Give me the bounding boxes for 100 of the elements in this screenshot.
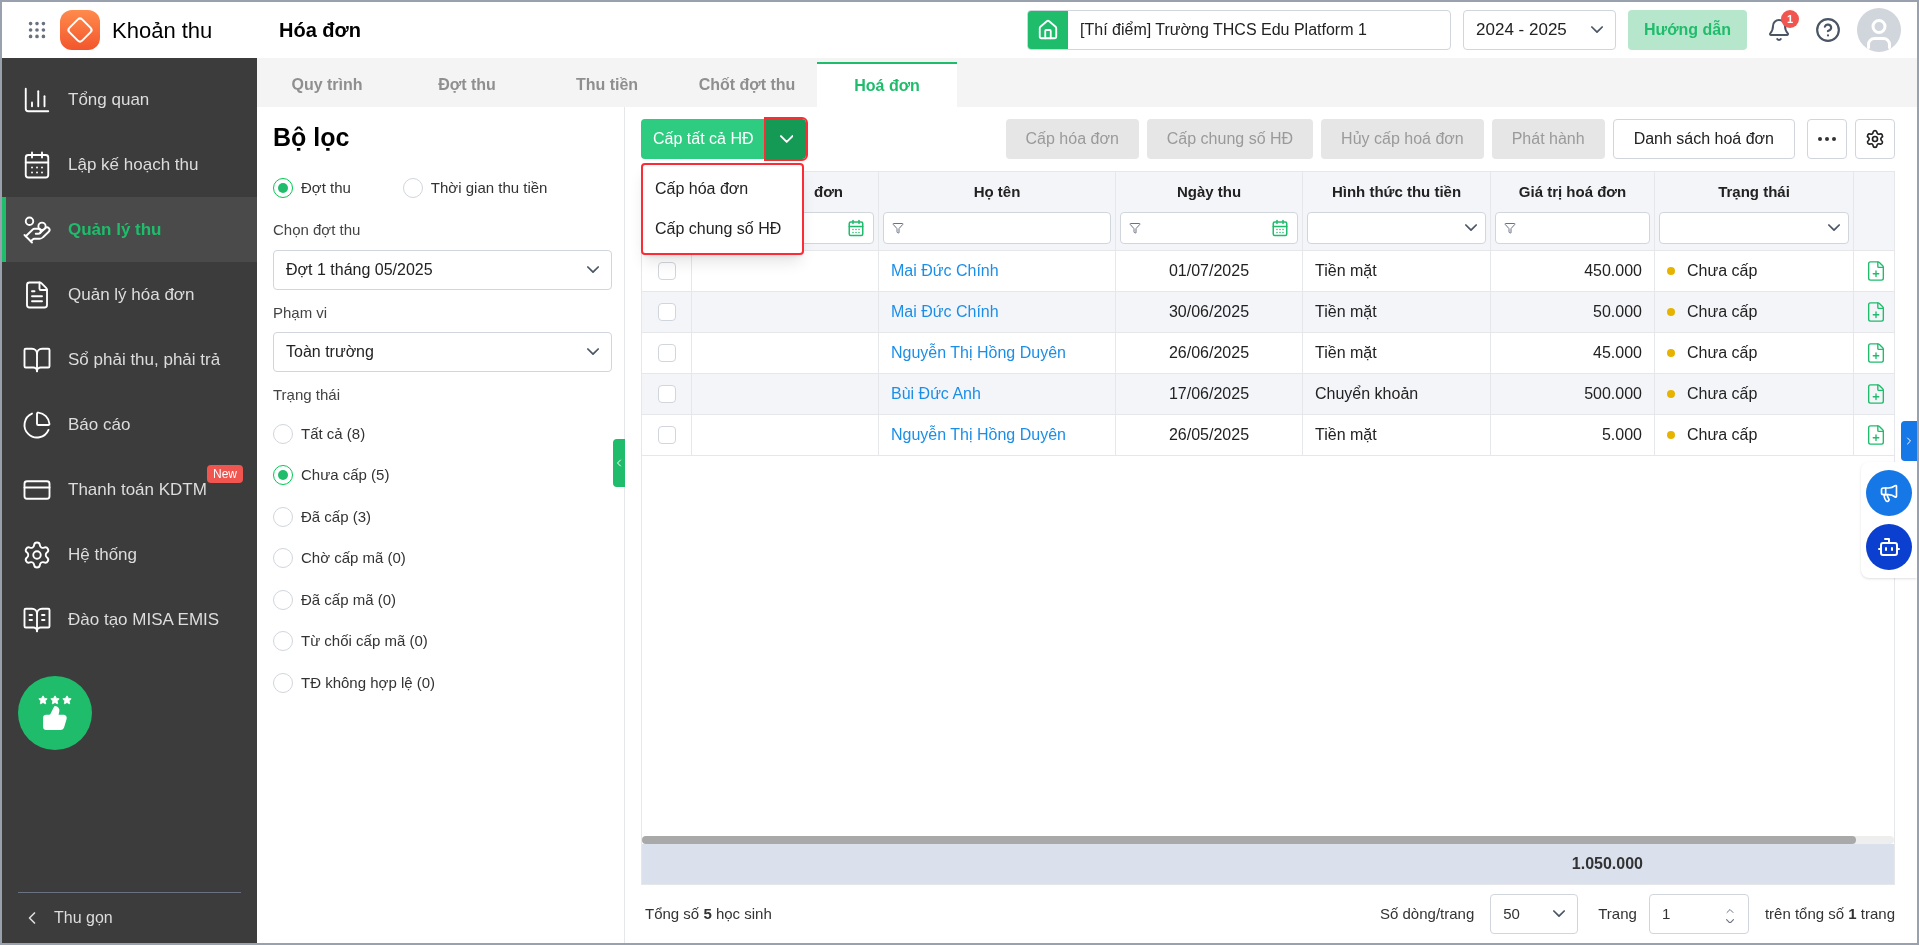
sidebar-item[interactable]: Đào tạo MISA EMIS (2, 587, 257, 652)
horizontal-scrollbar[interactable] (642, 836, 1894, 844)
status-text: Chưa cấp (1687, 302, 1758, 322)
radio-label: Đợt thu (301, 177, 351, 198)
batch-select[interactable]: Đợt 1 tháng 05/2025 (273, 249, 612, 290)
page-total: trên tổng số 1 trang (1764, 903, 1895, 924)
dropdown-toggle-button[interactable] (766, 119, 807, 159)
more-button[interactable] (1807, 119, 1847, 159)
sidebar-item[interactable]: Quản lý hóa đơn (2, 262, 257, 327)
table-cell-text: 17/06/2025 (1168, 384, 1250, 404)
radio-label: Tất cả (8) (301, 423, 366, 444)
field-label: Chọn đợt thu (273, 220, 362, 240)
chevron-down-icon (1591, 26, 1604, 34)
status-text: Chưa cấp (1687, 384, 1758, 404)
help-icon[interactable] (1815, 17, 1841, 43)
calendar-icon (22, 149, 52, 180)
table-cell-text: 01/07/2025 (1168, 261, 1250, 281)
megaphone-icon (1879, 483, 1899, 503)
star-icon (62, 695, 72, 705)
table-cell-text: 450.000 (1584, 261, 1642, 281)
row-checkbox[interactable] (657, 385, 676, 403)
add-invoice-icon[interactable] (1865, 342, 1887, 364)
table-cell-text: Chuyển khoản (1315, 384, 1419, 404)
add-invoice-icon[interactable] (1865, 424, 1887, 446)
chevron-down-icon (1464, 224, 1477, 232)
star-icon (50, 695, 60, 705)
table-cell-text: 30/06/2025 (1168, 302, 1250, 322)
table-cell-text: 500.000 (1584, 384, 1642, 404)
app-logo-icon (60, 10, 100, 50)
table-cell-text: 50.000 (1593, 302, 1642, 322)
calendar-icon (847, 219, 865, 237)
menu-item[interactable]: Cấp chung số HĐ (643, 209, 802, 249)
star-icon (38, 695, 48, 705)
student-name-link[interactable]: Nguyễn Thị Hồng Duyên (891, 423, 1066, 447)
row-checkbox[interactable] (657, 303, 676, 321)
notification-badge: 1 (1781, 10, 1799, 28)
chatbot-button[interactable] (1866, 524, 1912, 570)
sidebar-item[interactable]: Tổng quan (2, 67, 257, 132)
table-cell-text: 45.000 (1593, 343, 1642, 363)
table-cell-text: 5.000 (1601, 425, 1642, 445)
menu-item[interactable]: Cấp hóa đơn (643, 169, 802, 209)
new-badge: New (207, 465, 243, 483)
app-grid-icon[interactable] (26, 19, 48, 41)
settings-icon (1865, 129, 1885, 149)
radio-label: TĐ không hợp lệ (0) (301, 672, 436, 693)
page-number-field[interactable]: 1 (1648, 894, 1749, 934)
page-label: Trang (1598, 903, 1637, 924)
sidebar-item[interactable]: Thanh toán KDTM New (2, 457, 257, 522)
sidebar-item[interactable]: Lập kế hoạch thu (2, 132, 257, 197)
filter-select[interactable] (1307, 212, 1486, 244)
sidebar-item[interactable]: Hệ thống (2, 522, 257, 587)
scope-select[interactable]: Toàn trường (273, 332, 612, 372)
toolbar-button[interactable]: Danh sách hoá đơn (1612, 119, 1795, 159)
chevron-down-icon (1827, 224, 1840, 232)
add-invoice-icon[interactable] (1865, 301, 1887, 323)
filter-icon (1504, 222, 1516, 234)
school-selector[interactable]: [Thí điểm] Trường THCS Edu Platform 1 (1027, 10, 1452, 50)
add-invoice-icon[interactable] (1865, 260, 1887, 282)
chevron-down-icon (586, 265, 599, 274)
table-cell-text: 26/05/2025 (1168, 425, 1250, 445)
app-title: Khoản thu (112, 16, 213, 45)
sidebar-item[interactable]: Báo cáo (2, 392, 257, 457)
page-size-select[interactable]: 50 (1490, 894, 1579, 934)
collapse-filter-handle[interactable] (613, 439, 625, 487)
filter-title: Bộ lọc (273, 122, 351, 153)
table-cell-text: Tiền mặt (1315, 343, 1377, 363)
radio-label: Đã cấp (3) (301, 506, 372, 527)
page-title: Hóa đơn (279, 18, 361, 43)
settings-button[interactable] (1855, 119, 1895, 159)
filter-icon (892, 222, 904, 234)
chevron-down-icon (779, 135, 794, 143)
announcement-button[interactable] (1866, 470, 1912, 516)
home-icon (1037, 19, 1060, 41)
date-filter-field[interactable] (1120, 212, 1298, 244)
collapse-sidebar-button[interactable]: Thu gọn (2, 893, 257, 943)
row-checkbox[interactable] (657, 262, 676, 280)
user-avatar[interactable] (1857, 8, 1901, 52)
column-header: Trạng thái (1718, 181, 1790, 202)
side-panel-toggle[interactable] (1901, 421, 1917, 461)
more-icon (1818, 137, 1836, 141)
filter-select[interactable] (1659, 212, 1849, 244)
field-label: Phạm vi (273, 302, 329, 323)
filter-field[interactable] (1495, 212, 1650, 244)
school-year-select[interactable]: 2024 - 2025 (1463, 10, 1617, 50)
settings-icon (22, 539, 52, 570)
radio-label: Chờ cấp mã (0) (301, 548, 406, 568)
sidebar-item[interactable]: Quản lý thu (2, 197, 257, 262)
field-label: Trạng thái (273, 385, 341, 405)
student-name-link[interactable]: Mai Đức Chính (891, 259, 999, 283)
sidebar-item[interactable]: Sổ phải thu, phải trả (2, 327, 257, 392)
column-header: Hình thức thu tiền (1331, 181, 1462, 202)
coin-hand-icon (22, 214, 52, 245)
radio-label: Thời gian thu tiền (430, 177, 548, 198)
add-invoice-icon[interactable] (1865, 383, 1887, 405)
row-checkbox[interactable] (657, 426, 676, 444)
table-cell-text: Tiền mặt (1315, 261, 1377, 281)
row-checkbox[interactable] (657, 344, 676, 362)
column-header: đơn (814, 181, 843, 202)
filter-field[interactable] (883, 212, 1111, 244)
student-name-link[interactable]: Nguyễn Thị Hồng Duyên (891, 341, 1066, 365)
